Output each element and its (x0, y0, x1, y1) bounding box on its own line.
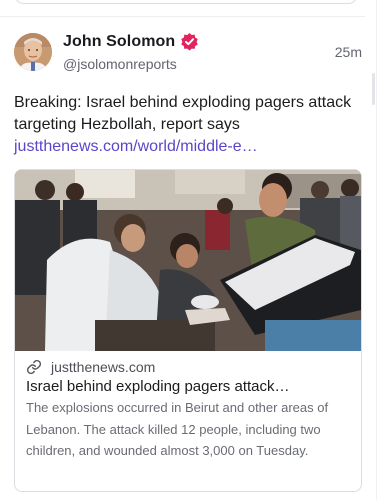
link-preview-domain: justthenews.com (51, 359, 156, 375)
author-avatar[interactable] (14, 33, 52, 71)
link-preview-image (15, 170, 361, 351)
previous-post-card-edge (14, 0, 358, 4)
avatar-photo (14, 33, 52, 71)
author-info: John Solomon @jsolomonreports (63, 32, 199, 72)
post-header: John Solomon @jsolomonreports 25m (14, 30, 362, 74)
author-name[interactable]: John Solomon (63, 33, 175, 51)
chain-link-icon (26, 359, 42, 375)
author-handle[interactable]: @jsolomonreports (63, 56, 199, 72)
verified-badge-icon (181, 32, 199, 51)
post-timestamp[interactable]: 25m (335, 44, 362, 60)
feed-post[interactable]: John Solomon @jsolomonreports 25m Breaki… (14, 30, 362, 492)
post-body: Breaking: Israel behind exploding pagers… (14, 92, 354, 158)
link-preview-title: Israel behind exploding pagers attack… (26, 378, 290, 395)
post-text: Breaking: Israel behind exploding pagers… (14, 94, 352, 133)
link-preview-body: justthenews.com Israel behind exploding … (15, 351, 361, 462)
feed-divider (0, 16, 365, 17)
link-preview-card[interactable]: justthenews.com Israel behind exploding … (14, 169, 362, 492)
post-link[interactable]: justthenews.com/world/middle-e… (14, 136, 354, 158)
link-preview-description: The explosions occurred in Beirut and ot… (26, 400, 329, 458)
scrollbar-thumb[interactable] (372, 73, 375, 105)
